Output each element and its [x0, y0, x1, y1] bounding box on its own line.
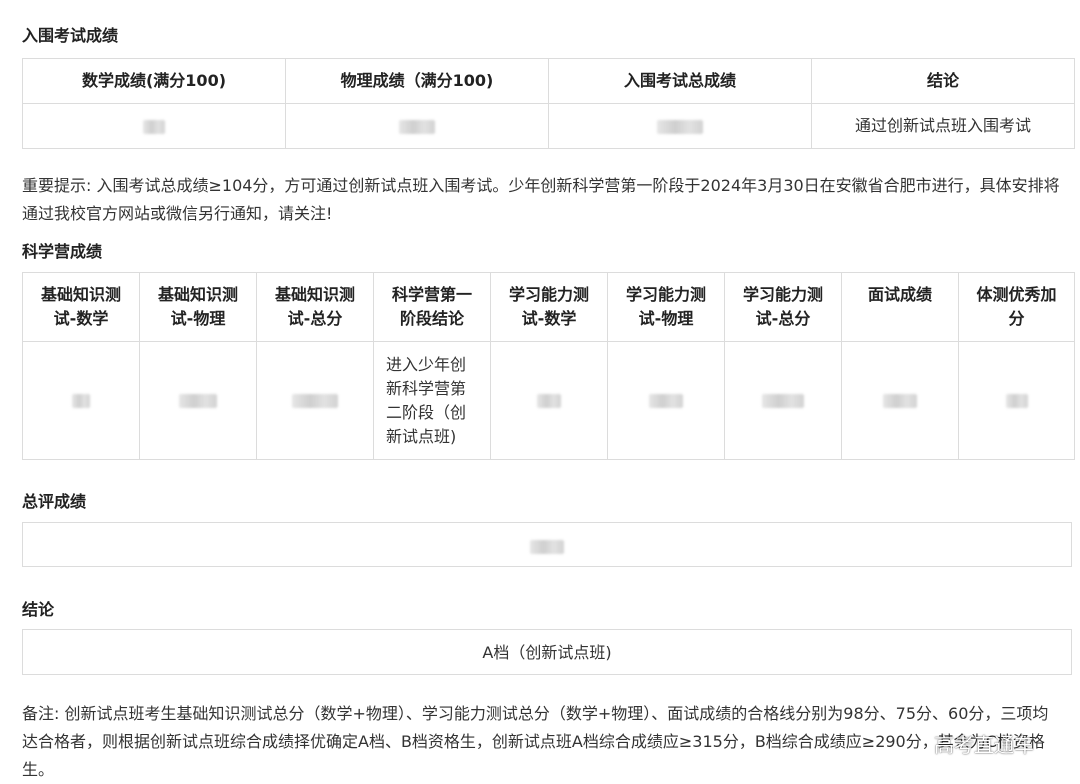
redacted-value: [537, 394, 561, 408]
redacted-value: [762, 394, 804, 408]
header-ability-math: 学习能力测试-数学: [490, 272, 608, 342]
header-ability-physics: 学习能力测试-物理: [607, 272, 725, 342]
redacted-value: [649, 394, 683, 408]
header-basic-physics: 基础知识测试-物理: [139, 272, 257, 342]
header-conclusion: 结论: [811, 58, 1075, 104]
header-basic-math: 基础知识测试-数学: [22, 272, 140, 342]
footnote: 备注: 创新试点班考生基础知识测试总分（数学+物理）、学习能力测试总分（数学+物…: [22, 704, 1049, 779]
important-notice: 重要提示: 入围考试总成绩≥104分，方可通过创新试点班入围考试。少年创新科学营…: [22, 176, 1060, 223]
redacted-value: [143, 119, 165, 134]
cell-fitness-bonus: [958, 341, 1075, 460]
redacted-value: [530, 539, 564, 554]
redacted-value: [292, 394, 338, 408]
cell-conclusion: 通过创新试点班入围考试: [811, 103, 1075, 149]
cell-ability-physics: [607, 341, 725, 460]
cell-ability-math: [490, 341, 608, 460]
section-title-overall-score: 总评成绩: [22, 492, 87, 511]
final-conclusion-box: A档（创新试点班): [22, 629, 1072, 675]
section-title-conclusion: 结论: [22, 600, 55, 619]
science-camp-table: 基础知识测试-数学 基础知识测试-物理 基础知识测试-总分 科学营第一阶段结论 …: [22, 272, 1075, 460]
cell-math-score: [22, 103, 286, 149]
redacted-value: [1005, 394, 1028, 408]
qualifying-exam-table: 数学成绩(满分100) 物理成绩（满分100) 入围考试总成绩 结论 通过创新试…: [22, 58, 1075, 149]
cell-physics-score: [285, 103, 549, 149]
redacted-value: [657, 119, 703, 134]
header-fitness-bonus: 体测优秀加分: [958, 272, 1075, 342]
cell-basic-physics: [139, 341, 257, 460]
header-total-score: 入围考试总成绩: [548, 58, 812, 104]
cell-ability-total: [724, 341, 842, 460]
header-basic-total: 基础知识测试-总分: [256, 272, 374, 342]
watermark-text: 高考直通车: [934, 733, 1034, 757]
header-math-score: 数学成绩(满分100): [22, 58, 286, 104]
redacted-value: [883, 394, 917, 408]
header-stage-conclusion: 科学营第一阶段结论: [373, 272, 491, 342]
section-title-qualifying-exam: 入围考试成绩: [22, 26, 119, 45]
section-title-science-camp: 科学营成绩: [22, 242, 103, 261]
header-interview: 面试成绩: [841, 272, 959, 342]
cell-basic-math: [22, 341, 140, 460]
redacted-value: [179, 394, 217, 408]
cell-interview: [841, 341, 959, 460]
page: 入围考试成绩 数学成绩(满分100) 物理成绩（满分100) 入围考试总成绩 结…: [0, 0, 1080, 784]
header-ability-total: 学习能力测试-总分: [724, 272, 842, 342]
redacted-value: [72, 394, 90, 408]
cell-total-score: [548, 103, 812, 149]
cell-basic-total: [256, 341, 374, 460]
overall-score-box: [22, 522, 1072, 567]
header-physics-score: 物理成绩（满分100): [285, 58, 549, 104]
cell-stage-conclusion: 进入少年创新科学营第二阶段（创新试点班): [373, 341, 491, 460]
watermark: 高考直通车: [934, 729, 1034, 758]
redacted-value: [399, 119, 435, 134]
